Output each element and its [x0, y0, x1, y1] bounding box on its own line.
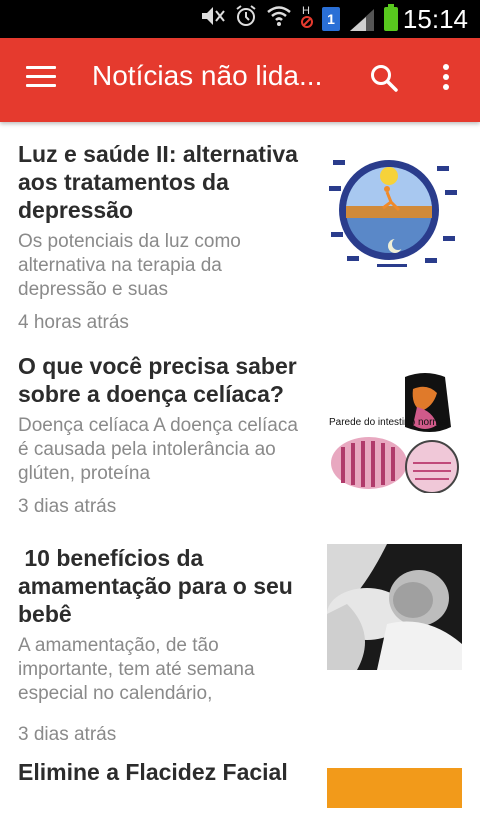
- article-title: Elimine a Flacidez Facial: [18, 759, 288, 785]
- battery-icon: [384, 4, 398, 31]
- search-icon[interactable]: [368, 62, 400, 94]
- article-snippet: A amamentação, de tão importante, tem at…: [18, 635, 255, 704]
- article-time: 4 horas atrás: [18, 312, 129, 333]
- article-thumbnail: Parede do intestino normal: [327, 367, 462, 493]
- h-signal-icon: H: [300, 3, 314, 36]
- list-item[interactable]: O que você precisa saber sobre a doença …: [0, 334, 480, 526]
- article-title: O que você precisa saber sobre a doença …: [18, 353, 297, 407]
- article-title: Luz e saúde II: alternativa aos tratamen…: [18, 141, 298, 223]
- svg-text:H: H: [302, 5, 310, 17]
- list-item[interactable]: 10 benefícios da amamentação para o seu …: [0, 526, 480, 745]
- image-label: Parede do intestino normal: [329, 417, 449, 428]
- status-icons: H 1: [200, 4, 398, 35]
- article-time: 3 dias atrás: [18, 724, 117, 745]
- menu-icon[interactable]: [26, 66, 56, 88]
- mute-icon: [200, 5, 226, 34]
- list-item[interactable]: Elimine a Flacidez Facial: [0, 744, 480, 824]
- status-bar: H 1 15:14: [0, 0, 480, 38]
- alarm-icon: [234, 4, 258, 35]
- wifi-icon: [266, 5, 292, 34]
- more-vert-icon[interactable]: [436, 64, 456, 96]
- article-time: 3 dias atrás: [18, 496, 117, 517]
- article-thumbnail: [327, 146, 462, 272]
- signal-icon: [348, 7, 376, 31]
- article-snippet: Os potenciais da luz como alternativa na…: [18, 231, 241, 300]
- article-thumbnail: [327, 768, 462, 808]
- news-list: Luz e saúde II: alternativa aos tratamen…: [0, 122, 480, 824]
- article-thumbnail: [327, 544, 462, 670]
- app-bar: Notícias não lida...: [0, 38, 480, 122]
- page-title: Notícias não lida...: [92, 60, 323, 91]
- sim-icon: 1: [322, 7, 340, 31]
- article-title: 10 benefícios da amamentação para o seu …: [18, 545, 300, 627]
- list-item[interactable]: Luz e saúde II: alternativa aos tratamen…: [0, 122, 480, 334]
- status-time: 15:14: [402, 4, 468, 34]
- article-snippet: Doença celíaca A doença celíaca é causad…: [18, 415, 298, 484]
